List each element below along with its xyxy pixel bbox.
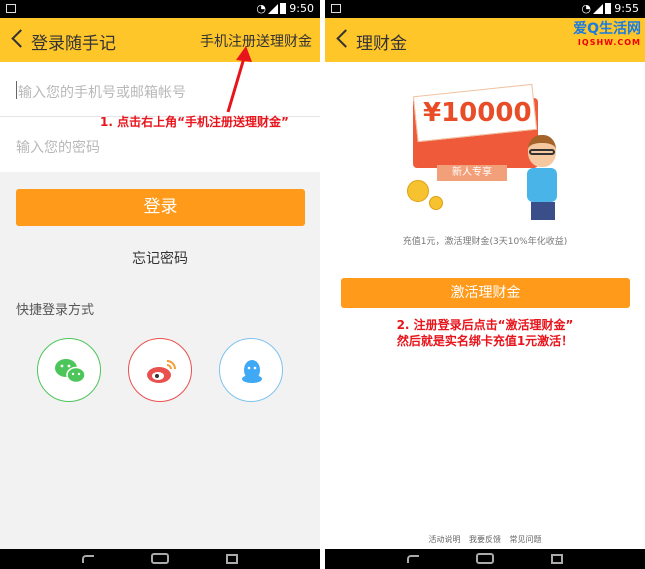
- qq-login-button[interactable]: [219, 338, 283, 402]
- watermark-logo-text: 爱Q生活网: [573, 21, 641, 37]
- activate-fund-button[interactable]: 激活理财金: [341, 278, 630, 308]
- mascot-legs: [531, 202, 555, 220]
- promo-hint: 充值1元，激活理财金(3天10%年化收益): [402, 237, 568, 247]
- login-button[interactable]: 登录: [16, 189, 305, 226]
- wechat-icon: [55, 359, 86, 384]
- quick-login-label: 快捷登录方式: [16, 303, 95, 318]
- wifi-icon: ◔: [581, 2, 591, 15]
- newcomer-ribbon: 新人专享: [437, 165, 507, 181]
- system-nav-bar: [325, 549, 645, 569]
- wechat-login-button[interactable]: [37, 338, 101, 402]
- image-notification-icon: [331, 4, 341, 13]
- mascot-body: [527, 168, 557, 202]
- feedback-link[interactable]: 我要反馈: [469, 535, 501, 544]
- step-2-annotation: 2. 注册登录后点击“激活理财金” 然后就是实名绑卡充值1元激活！: [325, 317, 645, 349]
- forgot-password-link[interactable]: 忘记密码: [0, 248, 320, 268]
- annotation-arrow-icon: [226, 46, 252, 113]
- back-arrow-icon[interactable]: [336, 29, 355, 48]
- weibo-login-button[interactable]: [128, 338, 192, 402]
- weibo-icon: [147, 360, 176, 383]
- activity-rules-link[interactable]: 活动说明: [428, 535, 460, 544]
- step-2-line-2: 然后就是实名绑卡充值1元激活！: [396, 334, 574, 348]
- status-bar: ◔ 9:55: [325, 0, 645, 18]
- signal-icon: [593, 4, 603, 14]
- coin-icon: [407, 180, 429, 202]
- mascot-glasses: [529, 149, 555, 155]
- nav-recent-apps-icon[interactable]: [226, 554, 238, 564]
- nav-back-icon[interactable]: [82, 555, 94, 563]
- coin-icon: [429, 196, 443, 210]
- nav-recent-apps-icon[interactable]: [551, 554, 563, 564]
- page-title: 理财金: [356, 34, 407, 54]
- promo-amount: ¥10000: [423, 98, 532, 128]
- step-2-line-1: 2. 注册登录后点击“激活理财金”: [396, 318, 574, 332]
- promo-illustration: ¥10000 新人专享: [405, 80, 570, 230]
- wealth-screen: ◔ 9:55 理财金 爱Q生活网 IQSHW.COM ¥10000 新人专享 充…: [325, 0, 645, 569]
- login-screen: ◔ 9:50 登录随手记 手机注册送理财金 输入您的手机号或邮箱帐号 输入您的密…: [0, 0, 320, 569]
- battery-icon: [605, 3, 611, 14]
- password-placeholder: 输入您的密码: [16, 140, 100, 156]
- qq-icon: [242, 360, 262, 383]
- watermark-logo-sub: IQSHW.COM: [577, 38, 641, 47]
- system-nav-bar: [0, 549, 320, 569]
- faq-link[interactable]: 常见问题: [510, 535, 542, 544]
- watermark-logo: 爱Q生活网 IQSHW.COM: [573, 22, 641, 50]
- nav-back-icon[interactable]: [407, 555, 419, 563]
- footer-links: 活动说明 我要反馈 常见问题: [325, 534, 645, 545]
- nav-home-icon[interactable]: [476, 553, 494, 564]
- nav-home-icon[interactable]: [151, 553, 169, 564]
- status-time: 9:55: [614, 2, 639, 15]
